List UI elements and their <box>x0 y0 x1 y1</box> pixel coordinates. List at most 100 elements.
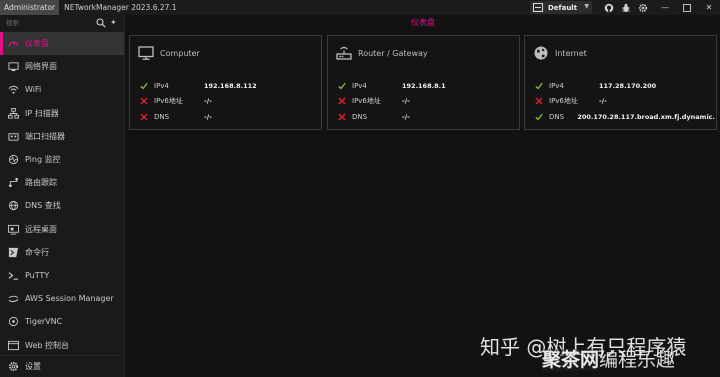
ip-scanner-icon <box>7 107 19 119</box>
row-value: 192.168.8.112 <box>204 81 257 90</box>
sidebar-item-putty[interactable]: PuTTY <box>0 264 124 287</box>
watermark-brand: 聚茶网 <box>542 349 600 371</box>
sidebar-item-label: Web 控制台 <box>25 340 69 350</box>
table-row: IPv6地址 -/- <box>338 94 518 110</box>
sidebar-item-label: Ping 监控 <box>25 155 61 165</box>
profile-selector[interactable]: Default ▼ <box>530 1 592 14</box>
github-icon[interactable] <box>603 2 614 13</box>
sidebar: ✦ 仪表盘 网络界面 WiFi IP 扫描器 <box>0 15 124 377</box>
watermark: 知乎 @树上有只程序猿 聚茶网编程乐趣 <box>480 331 716 372</box>
sidebar-item-network-interface[interactable]: 网络界面 <box>0 55 124 78</box>
card-rows: IPv4 117.28.170.200 IPv6地址 -/- DNS 200.1… <box>535 78 715 125</box>
sidebar-item-tigervnc[interactable]: TigerVNC <box>0 310 124 333</box>
sidebar-item-ping-monitor[interactable]: Ping 监控 <box>0 148 124 171</box>
cross-icon <box>535 97 543 105</box>
traceroute-icon <box>7 177 19 189</box>
watermark-line2: 聚茶网编程乐趣 <box>542 345 675 372</box>
sidebar-item-aws-session-manager[interactable]: AWS Session Manager <box>0 287 124 310</box>
network-interface-icon <box>7 61 19 73</box>
aws-icon <box>7 293 19 305</box>
tab-bar: 仪表盘 <box>125 15 720 30</box>
card-title: Router / Gateway <box>358 48 428 58</box>
sidebar-item-traceroute[interactable]: 路由跟踪 <box>0 171 124 194</box>
table-row: DNS 200.170.28.117.broad.xm.fj.dynamic. <box>535 109 715 125</box>
port-scanner-icon <box>7 130 19 142</box>
row-value: 192.168.8.1 <box>402 81 446 90</box>
table-row: IPv6地址 -/- <box>535 94 715 110</box>
globe-icon <box>533 45 549 61</box>
row-label: DNS <box>352 112 368 121</box>
sidebar-item-dns-lookup[interactable]: DNS 查找 <box>0 194 124 217</box>
check-icon <box>535 82 543 90</box>
chevron-down-icon: ▼ <box>584 3 589 10</box>
sidebar-item-web-console[interactable]: Web 控制台 <box>0 333 124 356</box>
row-label: IPv6地址 <box>549 97 578 106</box>
ping-monitor-icon <box>7 154 19 166</box>
row-value: -/- <box>204 112 212 121</box>
main-content: 仪表盘 Computer IPv4 192.168.8.112 IPv6地址 -… <box>124 15 720 377</box>
minimize-button[interactable]: — <box>654 0 676 15</box>
row-label: IPv6地址 <box>352 97 381 106</box>
row-value: 200.170.28.117.broad.xm.fj.dynamic. <box>577 112 715 121</box>
router-gateway-card: Router / Gateway IPv4 192.168.8.1 IPv6地址… <box>327 35 520 130</box>
tab-dashboard[interactable]: 仪表盘 <box>411 17 435 28</box>
check-icon <box>535 113 543 121</box>
row-value: -/- <box>402 112 410 121</box>
sidebar-item-label: WiFi <box>25 85 42 95</box>
dns-lookup-icon <box>7 200 19 212</box>
profile-icon <box>533 3 543 12</box>
powershell-icon <box>7 246 19 258</box>
close-button[interactable]: ✕ <box>698 0 720 15</box>
row-label: IPv4 <box>154 81 169 90</box>
wifi-icon <box>7 84 19 96</box>
sidebar-item-port-scanner[interactable]: 端口扫描器 <box>0 125 124 148</box>
sidebar-item-label: PuTTY <box>25 270 50 280</box>
card-title: Internet <box>555 48 587 58</box>
profile-label: Default <box>548 3 578 12</box>
table-row: IPv4 192.168.8.112 <box>140 78 320 94</box>
bug-icon[interactable] <box>620 2 631 13</box>
row-label: DNS <box>549 112 565 121</box>
card-header: Internet <box>533 45 587 61</box>
monitor-icon <box>138 45 154 61</box>
sidebar-item-powershell[interactable]: 命令行 <box>0 241 124 264</box>
cross-icon <box>338 113 346 121</box>
dashboard-icon <box>7 38 19 50</box>
administrator-badge: Administrator <box>0 0 60 15</box>
sidebar-item-label: 命令行 <box>25 247 49 257</box>
sidebar-item-label: 网络界面 <box>25 62 57 72</box>
search-icon[interactable] <box>96 18 106 28</box>
dashboard-cards: Computer IPv4 192.168.8.112 IPv6地址 -/- D… <box>129 35 719 131</box>
row-label: IPv6地址 <box>154 97 183 106</box>
gear-icon[interactable] <box>637 2 648 13</box>
row-label: DNS <box>154 112 170 121</box>
sidebar-item-wifi[interactable]: WiFi <box>0 78 124 101</box>
cross-icon <box>140 113 148 121</box>
remote-desktop-icon <box>7 223 19 235</box>
row-value: -/- <box>402 97 410 106</box>
table-row: IPv6地址 -/- <box>140 94 320 110</box>
search-input[interactable] <box>6 19 96 27</box>
check-icon <box>338 82 346 90</box>
sidebar-item-settings[interactable]: 设置 <box>0 355 124 377</box>
putty-icon <box>7 269 19 281</box>
sidebar-item-ip-scanner[interactable]: IP 扫描器 <box>0 102 124 125</box>
card-title: Computer <box>160 48 200 58</box>
sidebar-item-label: DNS 查找 <box>25 201 61 211</box>
sidebar-item-remote-desktop[interactable]: 远程桌面 <box>0 218 124 241</box>
table-row: IPv4 192.168.8.1 <box>338 78 518 94</box>
sidebar-item-label: 远程桌面 <box>25 224 57 234</box>
pin-icon[interactable]: ✦ <box>110 18 120 28</box>
app-title: NETworkManager 2023.6.27.1 <box>64 3 177 12</box>
row-label: IPv4 <box>549 81 564 90</box>
cross-icon <box>140 97 148 105</box>
sidebar-item-label: IP 扫描器 <box>25 108 59 118</box>
maximize-button[interactable] <box>676 0 698 15</box>
row-value: 117.28.170.200 <box>599 81 657 90</box>
card-header: Router / Gateway <box>336 45 428 61</box>
gear-icon <box>7 361 19 373</box>
check-icon <box>140 82 148 90</box>
internet-card: Internet IPv4 117.28.170.200 IPv6地址 -/- … <box>524 35 717 130</box>
sidebar-item-dashboard[interactable]: 仪表盘 <box>0 32 124 56</box>
tigervnc-icon <box>7 316 19 328</box>
